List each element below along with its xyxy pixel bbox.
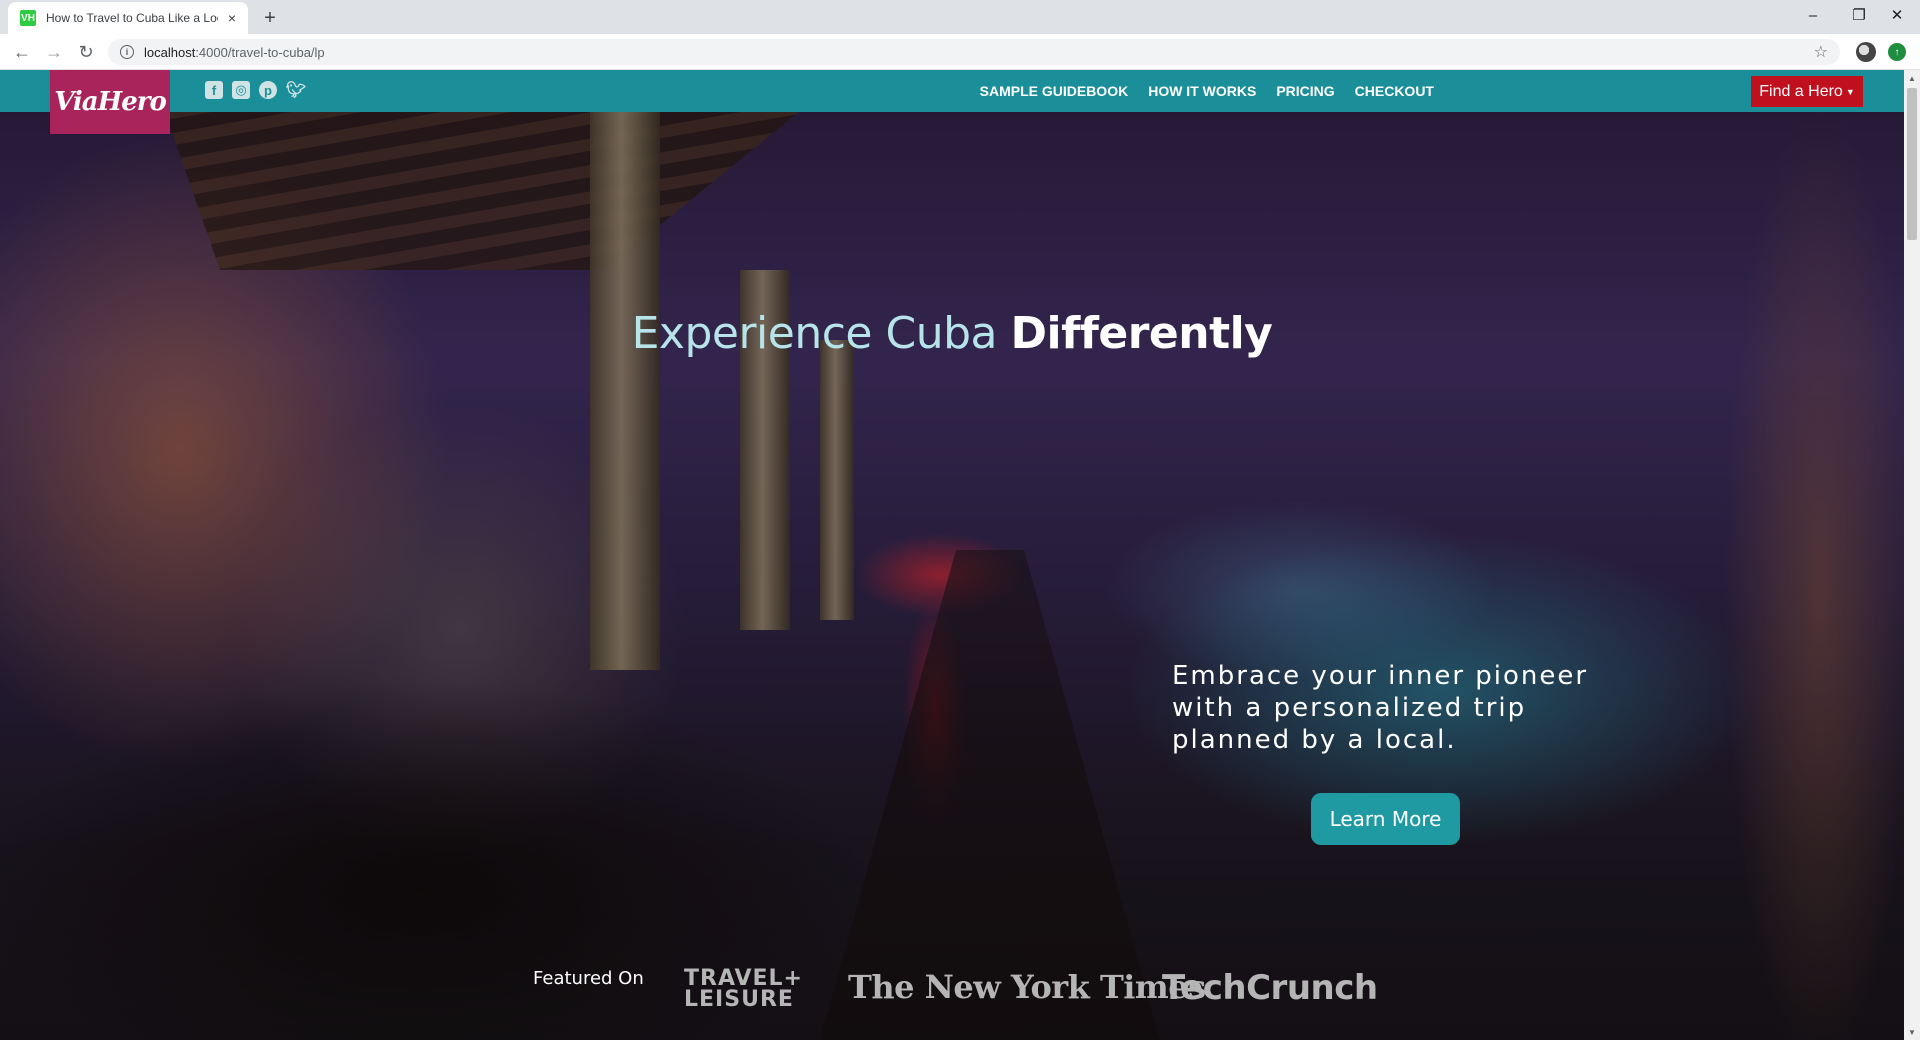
forward-icon[interactable]: →: [40, 38, 68, 66]
window-close-icon[interactable]: ✕: [1874, 0, 1920, 30]
headline-light: Experience Cuba: [631, 308, 1011, 359]
extension-icon[interactable]: ↑: [1888, 43, 1906, 61]
nav-link-pricing[interactable]: PRICING: [1276, 83, 1334, 99]
site-navbar: f ◎ p 🐦︎ SAMPLE GUIDEBOOK HOW IT WORKS P…: [0, 70, 1904, 112]
nav-link-checkout[interactable]: CHECKOUT: [1355, 83, 1434, 99]
scroll-up-icon[interactable]: ▲: [1904, 70, 1920, 86]
profile-avatar-icon[interactable]: [1856, 42, 1876, 62]
bookmark-star-icon[interactable]: ☆: [1814, 42, 1828, 62]
caret-down-icon: ▼: [1845, 86, 1855, 97]
browser-tabstrip: VH How to Travel to Cuba Like a Loc × + …: [0, 0, 1920, 34]
hero-background: [0, 70, 1904, 1040]
techcrunch-logo: TechCrunch: [1162, 968, 1378, 1008]
learn-more-button[interactable]: Learn More: [1311, 793, 1460, 845]
browser-tab[interactable]: VH How to Travel to Cuba Like a Loc ×: [8, 2, 248, 34]
minimize-icon[interactable]: –: [1790, 0, 1836, 30]
hero-overlay: [0, 70, 1904, 1040]
travel-leisure-logo: TRAVEL+ LEISURE: [684, 966, 803, 1012]
favicon-icon: VH: [20, 10, 36, 26]
hero-headline: Experience Cuba Differently: [0, 308, 1904, 359]
find-a-hero-label: Find a Hero: [1759, 82, 1843, 100]
viahero-logo[interactable]: ViaHero: [50, 70, 170, 134]
headline-bold: Differently: [1010, 308, 1273, 359]
pinterest-icon[interactable]: p: [259, 81, 277, 99]
nav-links: SAMPLE GUIDEBOOK HOW IT WORKS PRICING CH…: [960, 70, 1434, 112]
page-viewport: f ◎ p 🐦︎ SAMPLE GUIDEBOOK HOW IT WORKS P…: [0, 70, 1904, 1040]
url-path: :4000/travel-to-cuba/lp: [195, 44, 325, 60]
tab-close-icon[interactable]: ×: [224, 10, 240, 26]
scroll-thumb[interactable]: [1907, 88, 1917, 240]
site-info-icon[interactable]: i: [120, 45, 134, 59]
back-icon[interactable]: ←: [8, 38, 36, 66]
featured-on-label: Featured On: [533, 968, 644, 989]
new-tab-button[interactable]: +: [256, 6, 284, 30]
travel-leisure-line1: TRAVEL+: [684, 966, 803, 991]
nav-link-sample-guidebook[interactable]: SAMPLE GUIDEBOOK: [980, 83, 1129, 99]
travel-leisure-line2: LEISURE: [684, 987, 794, 1012]
url-text[interactable]: localhost:4000/travel-to-cuba/lp: [144, 45, 1814, 60]
address-bar[interactable]: i localhost:4000/travel-to-cuba/lp ☆: [108, 39, 1840, 65]
facebook-icon[interactable]: f: [205, 81, 223, 99]
hero-tagline: Embrace your inner pioneer with a person…: [1172, 661, 1589, 755]
find-a-hero-button[interactable]: Find a Hero ▼: [1751, 76, 1863, 107]
page-scrollbar[interactable]: ▲ ▼: [1904, 70, 1920, 1040]
reload-icon[interactable]: ↻: [72, 38, 100, 66]
tab-title: How to Travel to Cuba Like a Loc: [46, 11, 218, 25]
nyt-logo: The New York Times: [848, 968, 1206, 1006]
scroll-down-icon[interactable]: ▼: [1904, 1024, 1920, 1040]
nav-link-how-it-works[interactable]: HOW IT WORKS: [1148, 83, 1256, 99]
url-host: localhost: [144, 44, 196, 60]
browser-toolbar: ← → ↻ i localhost:4000/travel-to-cuba/lp…: [0, 34, 1920, 70]
instagram-icon[interactable]: ◎: [232, 81, 250, 99]
twitter-icon[interactable]: 🐦︎: [286, 80, 306, 100]
